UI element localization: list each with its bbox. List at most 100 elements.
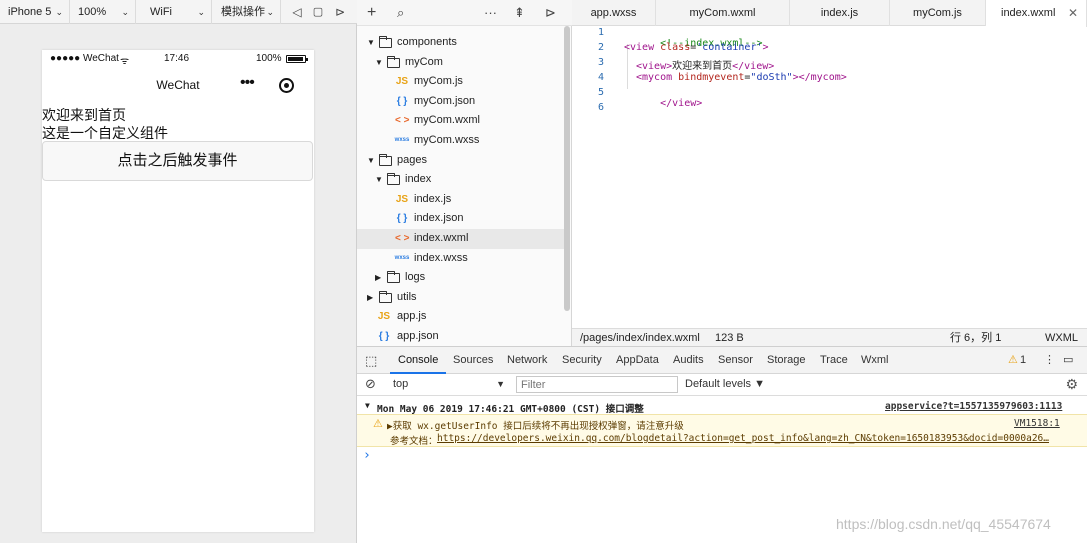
tab-mycom-wxml[interactable]: myCom.wxml	[656, 0, 790, 26]
tab-wxml[interactable]: Wxml	[861, 347, 889, 374]
tree-node-logs[interactable]: ▶ logs	[357, 268, 564, 288]
device-select[interactable]: iPhone 5 ⌄	[0, 0, 70, 24]
tree-node-label: logs	[405, 271, 426, 284]
doc-link[interactable]: https://developers.weixin.qq.com/blogdet…	[437, 433, 1049, 444]
tab-trace[interactable]: Trace	[820, 347, 848, 374]
caret-right-icon: ▶	[375, 273, 382, 283]
cursor-position[interactable]: 行 6，列 1	[950, 329, 1001, 347]
tree-node-app-js[interactable]: JS app.js	[357, 307, 564, 327]
operation-select[interactable]: 模拟操作 ⌄	[213, 0, 281, 24]
rotate-icon[interactable]: ▢	[308, 0, 328, 24]
filter-input[interactable]	[516, 376, 678, 393]
tab-storage[interactable]: Storage	[767, 347, 806, 374]
levels-select[interactable]: Default levels ▼	[685, 376, 765, 393]
tab-security[interactable]: Security	[562, 347, 602, 374]
tree-node-index-json[interactable]: { } index.json	[357, 209, 564, 229]
nav-title: WeChat	[156, 78, 200, 92]
tree-node-mycom-folder[interactable]: ▼ myCom	[357, 53, 564, 73]
tree-node-mycom-js[interactable]: JS myCom.js	[357, 72, 564, 92]
wxml-file-icon: < >	[395, 233, 410, 244]
tab-index-wxml[interactable]: index.wxml ✕	[986, 0, 1087, 27]
tree-node-components[interactable]: ▼ components	[357, 33, 564, 53]
line-number: 4	[597, 72, 604, 83]
tree-node-mycom-json[interactable]: { } myCom.json	[357, 92, 564, 112]
tree-node-index-wxml[interactable]: < > index.wxml	[357, 229, 564, 249]
context-select[interactable]: top ▼	[387, 376, 511, 393]
tab-app-wxss[interactable]: app.wxss	[572, 0, 656, 26]
log-group-header[interactable]: ▼ Mon May 06 2019 17:46:21 GMT+0800 (CST…	[357, 401, 1087, 415]
console-prompt[interactable]: ›	[363, 448, 1087, 463]
trigger-event-button[interactable]: 点击之后触发事件	[42, 141, 313, 181]
more-icon[interactable]: ···	[484, 0, 497, 26]
log-group-title: Mon May 06 2019 17:46:21 GMT+0800 (CST) …	[377, 404, 644, 415]
context-label: top	[393, 378, 409, 390]
welcome-text: 欢迎来到首页	[42, 107, 126, 123]
editor-tab-bar: app.wxss myCom.wxml index.js myCom.js in…	[572, 0, 1087, 27]
code-token: "doSth"	[750, 72, 793, 83]
chevron-down-icon: ⌄	[266, 7, 274, 17]
line-number: 6	[597, 102, 604, 113]
tree-node-index-folder[interactable]: ▼ index	[357, 170, 564, 190]
tree-node-mycom-wxml[interactable]: < > myCom.wxml	[357, 111, 564, 131]
tab-appdata[interactable]: AppData	[616, 347, 659, 374]
code-line: <view class='container'>	[624, 42, 769, 53]
tree-node-label: index.wxss	[414, 251, 468, 264]
js-file-icon: JS	[395, 193, 409, 205]
tree-scrollbar[interactable]	[564, 26, 570, 311]
tree-node-utils[interactable]: ▶ utils	[357, 288, 564, 308]
tab-network[interactable]: Network	[507, 347, 547, 374]
network-select[interactable]: WiFi ⌄	[142, 0, 212, 24]
tree-node-index-js[interactable]: JS index.js	[357, 190, 564, 210]
battery-icon	[286, 55, 308, 63]
tab-mycom-js[interactable]: myCom.js	[890, 0, 986, 26]
clear-console-icon[interactable]: ⊘	[365, 376, 376, 392]
language-mode[interactable]: WXML	[1045, 329, 1078, 347]
tree-node-pages[interactable]: ▼ pages	[357, 151, 564, 171]
tab-index-js[interactable]: index.js	[790, 0, 890, 26]
volume-icon[interactable]: ◁	[287, 0, 307, 24]
json-file-icon: { }	[396, 213, 408, 225]
detach-icon[interactable]: ⊳	[330, 0, 350, 24]
close-icon[interactable]: ✕	[1068, 0, 1078, 26]
caret-right-icon: ▶	[367, 292, 374, 302]
tree-node-index-wxss[interactable]: wxss index.wxss	[357, 249, 564, 269]
tab-sensor[interactable]: Sensor	[718, 347, 753, 374]
source-link[interactable]: VM1518:1	[1014, 418, 1060, 429]
code-token: class	[660, 42, 691, 53]
tree-node-label: app.js	[397, 310, 427, 323]
tab-audits[interactable]: Audits	[673, 347, 704, 374]
warning-icon: ⚠	[373, 418, 383, 430]
more-icon[interactable]: •••	[240, 74, 255, 92]
watermark-text: https://blog.csdn.net/qq_45547674	[836, 516, 1051, 532]
source-link[interactable]: appservice?t=1557135979603:1113	[885, 401, 1062, 412]
tab-label: index.wxml	[1001, 7, 1056, 19]
code-area[interactable]: 1 2 3 4 5 6 <!--index.wxml--> <view clas…	[572, 26, 1087, 328]
settings-gear-icon[interactable]: ⚙	[1065, 376, 1078, 393]
warning-icon[interactable]: ⚠	[1008, 347, 1018, 374]
code-token: <view>	[636, 61, 673, 72]
tree-node-label: myCom.wxml	[414, 114, 480, 127]
search-icon[interactable]: ⌕	[397, 0, 404, 26]
code-token: 'container'	[696, 42, 763, 53]
tree-node-label: app.json	[397, 330, 439, 342]
dock-icon[interactable]: ▭	[1063, 347, 1073, 374]
warning-text[interactable]: ▶获取 wx.getUserInfo 接口后续将不再出现授权弹窗，请注意升级	[387, 418, 987, 432]
add-icon[interactable]: +	[367, 0, 376, 26]
close-capsule-icon[interactable]	[279, 78, 294, 93]
split-icon[interactable]: ⊳	[545, 0, 556, 26]
more-icon[interactable]: ⋮	[1044, 347, 1055, 374]
zoom-select[interactable]: 100% ⌄	[70, 0, 136, 24]
tree-node-label: utils	[397, 290, 417, 303]
collapse-icon[interactable]: ⇞	[514, 0, 525, 26]
code-token: </view>	[732, 61, 775, 72]
tab-console[interactable]: Console	[390, 347, 447, 374]
tree-node-app-json[interactable]: { } app.json	[357, 327, 564, 347]
inspect-icon[interactable]: ⬚	[365, 347, 377, 374]
folder-open-icon	[387, 173, 400, 186]
editor-status-bar: /pages/index/index.wxml 123 B 行 6，列 1 WX…	[572, 328, 1087, 346]
carrier-label: ●●●●● WeChat	[50, 53, 119, 64]
wxss-file-icon: wxss	[394, 254, 410, 261]
tree-node-mycom-wxss[interactable]: wxss myCom.wxss	[357, 131, 564, 151]
folder-icon	[387, 271, 400, 284]
tab-sources[interactable]: Sources	[453, 347, 493, 374]
